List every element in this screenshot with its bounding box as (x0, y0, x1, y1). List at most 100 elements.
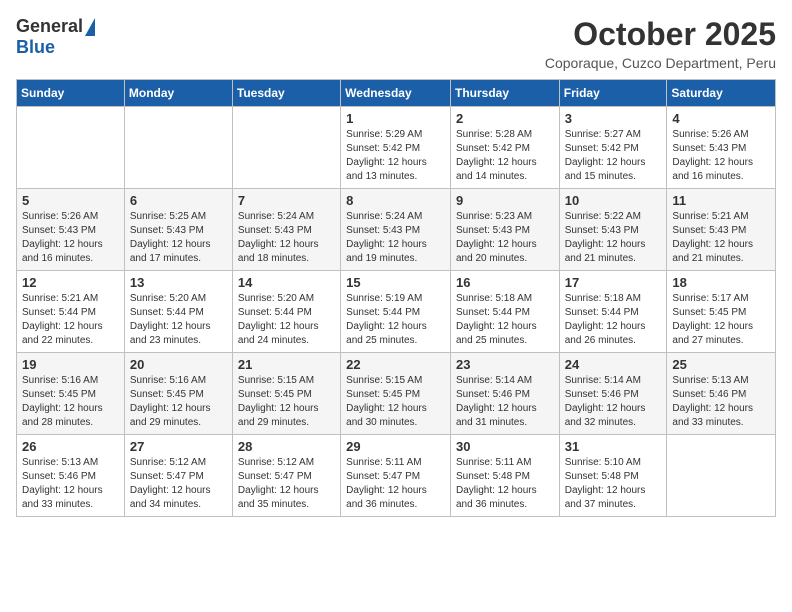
calendar-cell: 10 Sunrise: 5:22 AM Sunset: 5:43 PM Dayli… (559, 189, 667, 271)
calendar-cell: 21Sunrise: 5:15 AM Sunset: 5:45 PM Dayli… (232, 353, 340, 435)
day-number: 10 (565, 193, 662, 208)
day-content: Sunrise: 5:27 AM Sunset: 5:42 PM Dayligh… (565, 128, 662, 184)
day-content: Sunrise: 5:16 AM Sunset: 5:45 PM Dayligh… (22, 374, 119, 430)
day-content: Sunrise: 5:28 AM Sunset: 5:42 PM Dayligh… (456, 128, 554, 184)
calendar-cell: 17 Sunrise: 5:18 AM Sunset: 5:44 PM Dayli… (559, 271, 667, 353)
page-header: General Blue October 2025 Coporaque, Cuz… (16, 16, 776, 71)
calendar-cell: 7 Sunrise: 5:24 AM Sunset: 5:43 PM Daylig… (232, 189, 340, 271)
day-content: Sunrise: 5:15 AM Sunset: 5:45 PM Dayligh… (238, 374, 335, 430)
day-content: Sunrise: 5:20 AM Sunset: 5:44 PM Dayligh… (130, 292, 227, 348)
calendar-cell: 20 Sunrise: 5:16 AM Sunset: 5:45 PM Dayli… (124, 353, 232, 435)
calendar-cell: 19Sunrise: 5:16 AM Sunset: 5:45 PM Dayli… (17, 353, 125, 435)
day-content: Sunrise: 5:18 AM Sunset: 5:44 PM Dayligh… (456, 292, 554, 348)
day-content: Sunrise: 5:25 AM Sunset: 5:43 PM Dayligh… (130, 210, 227, 266)
calendar-cell: 12Sunrise: 5:21 AM Sunset: 5:44 PM Dayli… (17, 271, 125, 353)
calendar-cell: 8 Sunrise: 5:24 AM Sunset: 5:43 PM Daylig… (341, 189, 451, 271)
day-number: 31 (565, 439, 662, 454)
day-number: 25 (672, 357, 770, 372)
day-content: Sunrise: 5:24 AM Sunset: 5:43 PM Dayligh… (238, 210, 335, 266)
logo-blue-text: Blue (16, 37, 55, 58)
calendar-cell: 31 Sunrise: 5:10 AM Sunset: 5:48 PM Dayli… (559, 435, 667, 517)
day-number: 16 (456, 275, 554, 290)
day-number: 29 (346, 439, 445, 454)
day-content: Sunrise: 5:13 AM Sunset: 5:46 PM Dayligh… (22, 456, 119, 512)
day-number: 17 (565, 275, 662, 290)
calendar-cell: 18 Sunrise: 5:17 AM Sunset: 5:45 PM Dayli… (667, 271, 776, 353)
calendar-cell (232, 107, 340, 189)
day-number: 4 (672, 111, 770, 126)
calendar-cell: 1 Sunrise: 5:29 AM Sunset: 5:42 PM Daylig… (341, 107, 451, 189)
calendar-cell: 26Sunrise: 5:13 AM Sunset: 5:46 PM Dayli… (17, 435, 125, 517)
day-number: 18 (672, 275, 770, 290)
calendar-cell: 15Sunrise: 5:19 AM Sunset: 5:44 PM Dayli… (341, 271, 451, 353)
location-subtitle: Coporaque, Cuzco Department, Peru (545, 55, 776, 71)
weekday-header-wednesday: Wednesday (341, 80, 451, 107)
calendar-week-row: 1 Sunrise: 5:29 AM Sunset: 5:42 PM Daylig… (17, 107, 776, 189)
day-number: 23 (456, 357, 554, 372)
calendar-table: SundayMondayTuesdayWednesdayThursdayFrid… (16, 79, 776, 517)
day-number: 7 (238, 193, 335, 208)
calendar-cell: 13 Sunrise: 5:20 AM Sunset: 5:44 PM Dayli… (124, 271, 232, 353)
calendar-cell: 9 Sunrise: 5:23 AM Sunset: 5:43 PM Daylig… (450, 189, 559, 271)
day-number: 2 (456, 111, 554, 126)
day-number: 30 (456, 439, 554, 454)
calendar-cell: 5 Sunrise: 5:26 AM Sunset: 5:43 PM Daylig… (17, 189, 125, 271)
weekday-header-tuesday: Tuesday (232, 80, 340, 107)
day-number: 9 (456, 193, 554, 208)
calendar-cell: 14 Sunrise: 5:20 AM Sunset: 5:44 PM Dayli… (232, 271, 340, 353)
day-content: Sunrise: 5:20 AM Sunset: 5:44 PM Dayligh… (238, 292, 335, 348)
day-number: 3 (565, 111, 662, 126)
calendar-cell: 22 Sunrise: 5:15 AM Sunset: 5:45 PM Dayli… (341, 353, 451, 435)
day-content: Sunrise: 5:14 AM Sunset: 5:46 PM Dayligh… (565, 374, 662, 430)
day-content: Sunrise: 5:22 AM Sunset: 5:43 PM Dayligh… (565, 210, 662, 266)
logo: General Blue (16, 16, 95, 58)
logo-triangle-icon (85, 18, 95, 36)
calendar-cell: 25 Sunrise: 5:13 AM Sunset: 5:46 PM Dayli… (667, 353, 776, 435)
day-number: 28 (238, 439, 335, 454)
calendar-cell: 28Sunrise: 5:12 AM Sunset: 5:47 PM Dayli… (232, 435, 340, 517)
calendar-cell: 23 Sunrise: 5:14 AM Sunset: 5:46 PM Dayli… (450, 353, 559, 435)
calendar-cell (17, 107, 125, 189)
calendar-cell: 16 Sunrise: 5:18 AM Sunset: 5:44 PM Dayli… (450, 271, 559, 353)
day-number: 14 (238, 275, 335, 290)
calendar-cell (667, 435, 776, 517)
day-number: 1 (346, 111, 445, 126)
day-content: Sunrise: 5:11 AM Sunset: 5:47 PM Dayligh… (346, 456, 445, 512)
day-number: 8 (346, 193, 445, 208)
day-content: Sunrise: 5:29 AM Sunset: 5:42 PM Dayligh… (346, 128, 445, 184)
day-number: 27 (130, 439, 227, 454)
day-content: Sunrise: 5:16 AM Sunset: 5:45 PM Dayligh… (130, 374, 227, 430)
day-number: 5 (22, 193, 119, 208)
day-number: 24 (565, 357, 662, 372)
day-number: 13 (130, 275, 227, 290)
day-content: Sunrise: 5:17 AM Sunset: 5:45 PM Dayligh… (672, 292, 770, 348)
weekday-header-sunday: Sunday (17, 80, 125, 107)
day-number: 20 (130, 357, 227, 372)
day-content: Sunrise: 5:18 AM Sunset: 5:44 PM Dayligh… (565, 292, 662, 348)
day-content: Sunrise: 5:21 AM Sunset: 5:43 PM Dayligh… (672, 210, 770, 266)
calendar-cell (124, 107, 232, 189)
day-content: Sunrise: 5:12 AM Sunset: 5:47 PM Dayligh… (130, 456, 227, 512)
day-content: Sunrise: 5:23 AM Sunset: 5:43 PM Dayligh… (456, 210, 554, 266)
day-content: Sunrise: 5:24 AM Sunset: 5:43 PM Dayligh… (346, 210, 445, 266)
day-number: 6 (130, 193, 227, 208)
day-number: 11 (672, 193, 770, 208)
calendar-week-row: 19Sunrise: 5:16 AM Sunset: 5:45 PM Dayli… (17, 353, 776, 435)
day-content: Sunrise: 5:19 AM Sunset: 5:44 PM Dayligh… (346, 292, 445, 348)
day-content: Sunrise: 5:13 AM Sunset: 5:46 PM Dayligh… (672, 374, 770, 430)
weekday-header-thursday: Thursday (450, 80, 559, 107)
weekday-header-monday: Monday (124, 80, 232, 107)
day-content: Sunrise: 5:26 AM Sunset: 5:43 PM Dayligh… (22, 210, 119, 266)
day-number: 22 (346, 357, 445, 372)
day-content: Sunrise: 5:10 AM Sunset: 5:48 PM Dayligh… (565, 456, 662, 512)
weekday-header-friday: Friday (559, 80, 667, 107)
calendar-week-row: 12Sunrise: 5:21 AM Sunset: 5:44 PM Dayli… (17, 271, 776, 353)
day-content: Sunrise: 5:14 AM Sunset: 5:46 PM Dayligh… (456, 374, 554, 430)
calendar-cell: 29 Sunrise: 5:11 AM Sunset: 5:47 PM Dayli… (341, 435, 451, 517)
title-section: October 2025 Coporaque, Cuzco Department… (545, 16, 776, 71)
day-content: Sunrise: 5:21 AM Sunset: 5:44 PM Dayligh… (22, 292, 119, 348)
logo-general-text: General (16, 16, 83, 37)
day-content: Sunrise: 5:26 AM Sunset: 5:43 PM Dayligh… (672, 128, 770, 184)
calendar-week-row: 26Sunrise: 5:13 AM Sunset: 5:46 PM Dayli… (17, 435, 776, 517)
day-content: Sunrise: 5:15 AM Sunset: 5:45 PM Dayligh… (346, 374, 445, 430)
